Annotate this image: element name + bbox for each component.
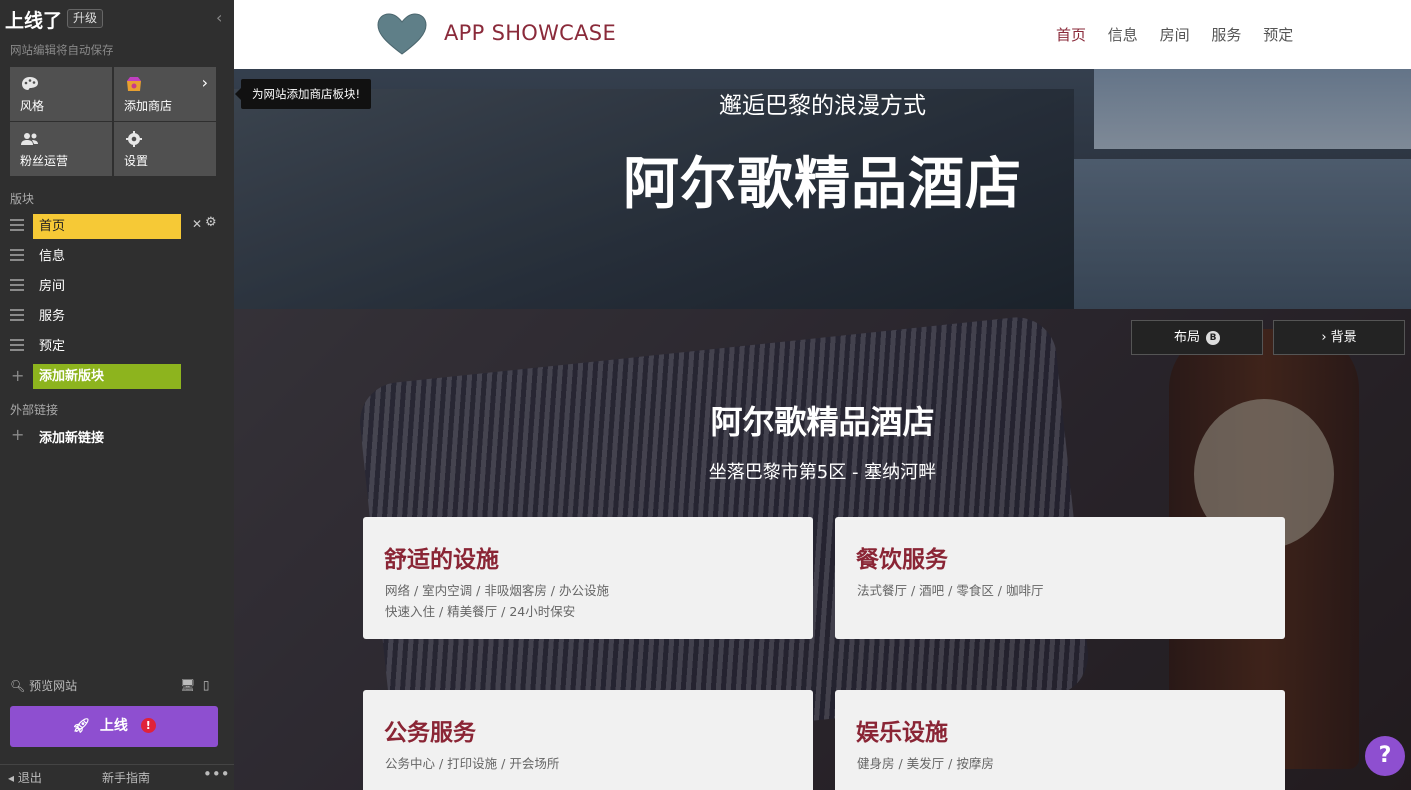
page-label[interactable]: 服务 bbox=[33, 304, 181, 329]
sidebar-footer: ◂ 退出 新手指南 ••• bbox=[0, 764, 234, 790]
launch-label: 上线 bbox=[99, 718, 128, 734]
style-tool-button[interactable]: 风格 bbox=[10, 67, 112, 121]
rocket-icon: 🚀︎ bbox=[72, 718, 91, 734]
drag-handle-icon[interactable] bbox=[10, 249, 24, 261]
site-header: APP SHOWCASE 首页 信息 房间 服务 预定 bbox=[234, 0, 1411, 69]
plus-icon: + bbox=[11, 425, 25, 444]
feature-card-dining[interactable]: 餐饮服务 法式餐厅 / 酒吧 / 零食区 / 咖啡厅 bbox=[835, 517, 1285, 639]
warning-badge: ! bbox=[140, 718, 156, 733]
hero-banner[interactable]: 邂逅巴黎的浪漫方式 阿尔歌精品酒店 bbox=[234, 69, 1411, 309]
external-links-heading: 外部链接 bbox=[10, 403, 59, 417]
card-title: 舒适的设施 bbox=[384, 547, 499, 573]
gear-icon bbox=[126, 131, 142, 147]
card-title: 娱乐设施 bbox=[856, 720, 948, 746]
feature-subtitle: 坐落巴黎市第5区 - 塞纳河畔 bbox=[708, 462, 937, 483]
sections-heading: 版块 bbox=[10, 192, 35, 206]
site-preview: APP SHOWCASE 首页 信息 房间 服务 预定 邂逅巴黎的浪漫方式 阿尔… bbox=[234, 0, 1411, 790]
page-item-home[interactable]: 首页 ✕ ⚙ bbox=[10, 211, 225, 241]
page-item-rooms[interactable]: 房间 bbox=[10, 271, 225, 301]
plus-icon: + bbox=[11, 366, 25, 385]
nav-item-info[interactable]: 信息 bbox=[1108, 26, 1138, 44]
guide-link[interactable]: 新手指南 bbox=[102, 769, 150, 786]
shop-icon bbox=[127, 77, 141, 91]
arrow-left-icon: ◂ bbox=[8, 771, 15, 785]
fans-icon bbox=[21, 133, 38, 145]
add-shop-tooltip: 为网站添加商店板块! bbox=[234, 79, 372, 109]
site-nav: 首页 信息 房间 服务 预定 bbox=[1056, 24, 1310, 45]
collapse-sidebar-icon[interactable]: ‹ bbox=[216, 8, 222, 27]
site-logo-text[interactable]: APP SHOWCASE bbox=[444, 21, 616, 45]
tool-label: 设置 bbox=[124, 154, 149, 168]
add-section-row[interactable]: + 添加新版块 bbox=[10, 361, 225, 391]
feature-card-business[interactable]: 公务服务 公务中心 / 打印设施 / 开会场所 bbox=[363, 690, 813, 790]
card-text: 快速入住 / 精美餐厅 / 24小时保安 bbox=[385, 604, 576, 619]
brand-logo: 上线了 bbox=[5, 10, 63, 32]
page-list: 首页 ✕ ⚙ 信息 房间 服务 预定 + 添加新版块 bbox=[10, 211, 225, 391]
page-label[interactable]: 首页 bbox=[33, 214, 181, 239]
layout-badge: B bbox=[1206, 331, 1220, 345]
add-section-button[interactable]: 添加新版块 bbox=[33, 364, 181, 389]
drag-handle-icon[interactable] bbox=[10, 279, 24, 291]
page-item-info[interactable]: 信息 bbox=[10, 241, 225, 271]
add-link-label: 添加新链接 bbox=[39, 431, 105, 446]
drag-handle-icon[interactable] bbox=[10, 309, 24, 321]
exit-label: 退出 bbox=[17, 771, 42, 785]
nav-item-booking[interactable]: 预定 bbox=[1263, 26, 1293, 44]
card-text: 网络 / 室内空调 / 非吸烟客房 / 办公设施 bbox=[385, 583, 609, 598]
device-toggle[interactable]: 🖥︎ ▯ bbox=[180, 678, 209, 692]
exit-link[interactable]: ◂ 退出 bbox=[8, 769, 42, 786]
heart-logo-icon bbox=[377, 13, 427, 55]
card-title: 公务服务 bbox=[384, 720, 476, 746]
hero-subtitle: 邂逅巴黎的浪漫方式 bbox=[719, 93, 926, 119]
preview-label: 预览网站 bbox=[29, 679, 78, 693]
background-button[interactable]: › 背景 bbox=[1273, 320, 1405, 355]
launch-button[interactable]: 🚀︎ 上线 ! bbox=[10, 706, 218, 747]
add-link-button[interactable]: + 添加新链接 bbox=[10, 424, 210, 446]
nav-item-home[interactable]: 首页 bbox=[1056, 26, 1086, 44]
layout-button[interactable]: 布局 B bbox=[1131, 320, 1263, 355]
drag-handle-icon[interactable] bbox=[10, 339, 24, 351]
layout-label: 布局 bbox=[1173, 330, 1200, 345]
autosave-note: 网站编辑将自动保存 bbox=[10, 43, 114, 57]
gear-icon[interactable]: ⚙ bbox=[205, 215, 217, 230]
mobile-icon[interactable]: ▯ bbox=[203, 678, 210, 692]
editor-sidebar: 上线了 升级 ‹ 网站编辑将自动保存 风格 添加商店 › 粉丝运营 设置 版块 … bbox=[0, 0, 234, 790]
page-item-booking[interactable]: 预定 bbox=[10, 331, 225, 361]
card-text: 健身房 / 美发厅 / 按摩房 bbox=[857, 756, 994, 771]
add-shop-tool-button[interactable]: 添加商店 › bbox=[114, 67, 216, 121]
help-button[interactable]: ? bbox=[1365, 736, 1405, 776]
tool-grid: 风格 添加商店 › 粉丝运营 设置 bbox=[10, 67, 217, 177]
nav-item-services[interactable]: 服务 bbox=[1211, 26, 1241, 44]
page-label[interactable]: 信息 bbox=[33, 244, 181, 269]
nav-item-rooms[interactable]: 房间 bbox=[1160, 26, 1190, 44]
feature-section[interactable]: 布局 B › 背景 阿尔歌精品酒店 坐落巴黎市第5区 - 塞纳河畔 舒适的设施 网… bbox=[234, 309, 1411, 790]
page-item-services[interactable]: 服务 bbox=[10, 301, 225, 331]
chevron-right-icon: › bbox=[201, 73, 208, 92]
tool-label: 添加商店 bbox=[124, 99, 173, 113]
palette-icon bbox=[22, 77, 38, 90]
tool-label: 风格 bbox=[20, 99, 45, 113]
feature-card-amenities[interactable]: 舒适的设施 网络 / 室内空调 / 非吸烟客房 / 办公设施 快速入住 / 精美… bbox=[363, 517, 813, 639]
feature-title: 阿尔歌精品酒店 bbox=[710, 403, 935, 441]
close-icon[interactable]: ✕ bbox=[192, 217, 202, 231]
card-text: 法式餐厅 / 酒吧 / 零食区 / 咖啡厅 bbox=[857, 583, 1044, 598]
fans-tool-button[interactable]: 粉丝运营 bbox=[10, 122, 112, 176]
page-label[interactable]: 预定 bbox=[33, 334, 181, 359]
search-icon: 🔍︎ bbox=[10, 679, 26, 693]
desktop-icon[interactable]: 🖥︎ bbox=[180, 678, 195, 692]
tool-label: 粉丝运营 bbox=[20, 154, 69, 168]
drag-handle-icon[interactable] bbox=[10, 219, 24, 231]
hero-title: 阿尔歌精品酒店 bbox=[623, 152, 1022, 217]
page-label[interactable]: 房间 bbox=[33, 274, 181, 299]
preview-site-link[interactable]: 🔍︎ 预览网站 bbox=[10, 677, 77, 694]
card-title: 餐饮服务 bbox=[856, 547, 948, 573]
feature-card-entertainment[interactable]: 娱乐设施 健身房 / 美发厅 / 按摩房 bbox=[835, 690, 1285, 790]
card-text: 公务中心 / 打印设施 / 开会场所 bbox=[385, 756, 560, 771]
more-icon[interactable]: ••• bbox=[203, 765, 230, 783]
settings-tool-button[interactable]: 设置 bbox=[114, 122, 216, 176]
upgrade-button[interactable]: 升级 bbox=[67, 9, 103, 28]
